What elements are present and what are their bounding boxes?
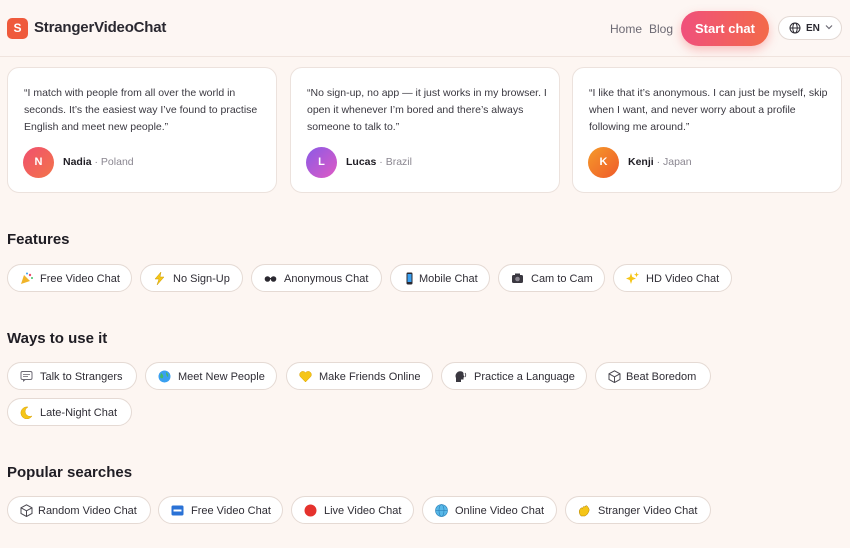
testimonial-quote: “I like that it’s anonymous. I can just … — [589, 87, 828, 133]
waving-hand-icon — [578, 505, 590, 517]
avatar: N — [23, 147, 54, 178]
dice-icon — [20, 504, 33, 517]
ways-to-use-heading: Ways to use it — [7, 330, 108, 347]
chip-cam-to-cam[interactable]: Cam to Cam — [498, 264, 605, 292]
chip-meet-new-people[interactable]: Meet New People — [145, 362, 277, 390]
start-chat-button[interactable]: Start chat — [681, 11, 769, 46]
mobile-phone-icon — [406, 272, 413, 285]
chip-hd-video-chat[interactable]: HD Video Chat — [613, 264, 732, 292]
author-name: Lucas — [346, 156, 377, 168]
author-country: · Brazil — [379, 156, 412, 168]
testimonial-author: Nadia · Poland — [63, 156, 134, 168]
chip-mobile-chat[interactable]: Mobile Chat — [390, 264, 490, 292]
testimonial-quote: “No sign-up, no app — it just works in m… — [307, 87, 547, 133]
nav-home-link[interactable]: Home — [610, 22, 642, 36]
language-selector[interactable]: EN — [778, 16, 842, 40]
testimonial-card: “No sign-up, no app — it just works in m… — [290, 67, 560, 193]
chip-practice-a-language[interactable]: Practice a Language — [441, 362, 587, 390]
speaking-head-icon — [455, 371, 467, 382]
author-name: Kenji — [628, 156, 654, 168]
webcam-icon — [512, 273, 523, 283]
crescent-moon-icon — [20, 406, 33, 419]
author-country: · Japan — [656, 156, 692, 168]
author-country: · Poland — [94, 156, 134, 168]
chip-anonymous-chat[interactable]: Anonymous Chat — [251, 264, 382, 292]
popular-searches-heading: Popular searches — [7, 464, 133, 481]
nav-blog-link[interactable]: Blog — [649, 22, 673, 36]
sparkles-icon — [626, 272, 639, 284]
testimonial-card: “I like that it’s anonymous. I can just … — [572, 67, 842, 193]
chip-beat-boredom[interactable]: Beat Boredom — [595, 362, 711, 390]
red-circle-icon — [304, 504, 317, 517]
globe-icon — [435, 504, 448, 517]
chevron-down-icon — [825, 25, 833, 30]
features-heading: Features — [7, 231, 70, 248]
chip-free-video-chat[interactable]: Free Video Chat — [7, 264, 132, 292]
party-popper-icon — [21, 272, 33, 284]
avatar: L — [306, 147, 337, 178]
logo-icon[interactable]: S — [7, 18, 28, 39]
disguise-glasses-icon — [264, 276, 277, 282]
chip-live-video-chat[interactable]: Live Video Chat — [291, 496, 414, 524]
brand-name[interactable]: StrangerVideoChat — [34, 19, 166, 36]
dice-icon — [608, 370, 621, 383]
site-header: S StrangerVideoChat Home Blog Start chat… — [0, 0, 850, 57]
chip-make-friends-online[interactable]: Make Friends Online — [286, 362, 433, 390]
language-label: EN — [806, 23, 820, 34]
avatar: K — [588, 147, 619, 178]
speech-bubble-icon — [20, 371, 33, 382]
chip-stranger-video-chat[interactable]: Stranger Video Chat — [565, 496, 711, 524]
author-name: Nadia — [63, 156, 92, 168]
globe-icon — [158, 370, 171, 383]
yellow-heart-icon — [299, 371, 312, 383]
chip-random-video-chat[interactable]: Random Video Chat — [7, 496, 151, 524]
free-badge-icon — [171, 505, 184, 516]
chip-no-sign-up[interactable]: No Sign-Up — [140, 264, 243, 292]
testimonial-author: Kenji · Japan — [628, 156, 692, 168]
testimonial-author: Lucas · Brazil — [346, 156, 412, 168]
testimonial-card: “I match with people from all over the w… — [7, 67, 277, 193]
chip-late-night-chat[interactable]: Late-Night Chat — [7, 398, 132, 426]
globe-icon — [789, 22, 801, 34]
lightning-icon — [154, 272, 165, 285]
testimonial-quote: “I match with people from all over the w… — [24, 87, 258, 133]
chip-free-video-chat-search[interactable]: Free Video Chat — [158, 496, 283, 524]
chip-talk-to-strangers[interactable]: Talk to Strangers — [7, 362, 137, 390]
chip-online-video-chat[interactable]: Online Video Chat — [422, 496, 557, 524]
